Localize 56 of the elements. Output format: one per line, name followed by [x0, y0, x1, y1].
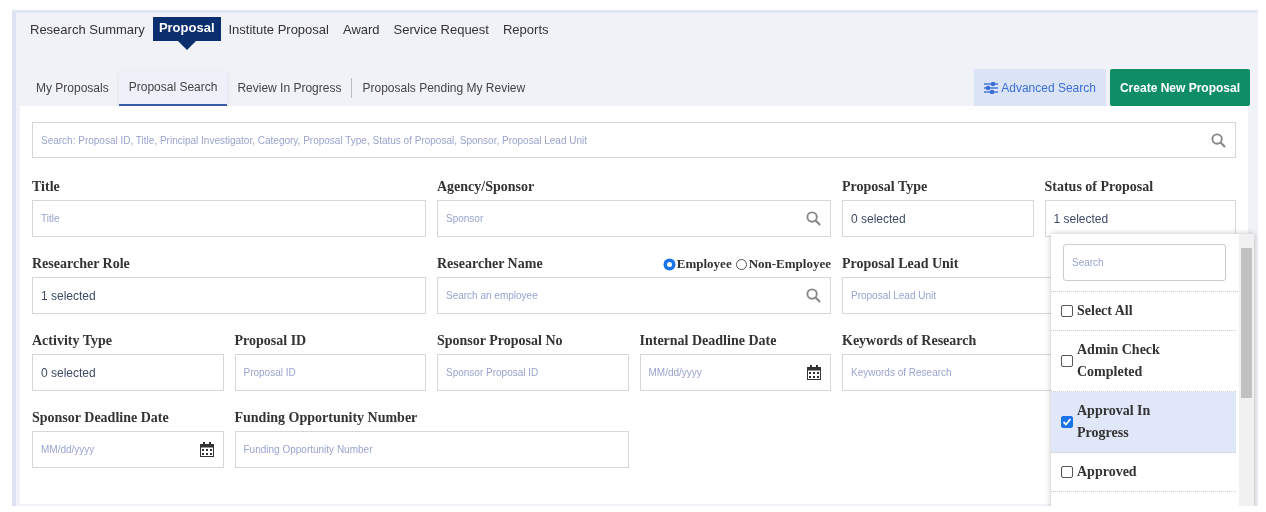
field-label: Proposal Type	[842, 179, 928, 195]
field-label: Internal Deadline Date	[639, 333, 777, 349]
main-tab[interactable]: Reports	[496, 17, 555, 41]
checkbox[interactable]	[1061, 305, 1073, 317]
search-field[interactable]: Search: Proposal ID, Title, Principal Investigator, Category, Proposal Type, Status of Proposal, Sponsor, Proposal Lead Unit	[32, 122, 1236, 158]
tab-pointer-icon	[177, 41, 196, 50]
radio-option[interactable]: Employee	[663, 256, 732, 272]
field-label: Proposal Lead Unit	[842, 256, 959, 272]
search-icon	[806, 288, 821, 303]
field-label: Researcher Role	[32, 256, 130, 272]
main-tab[interactable]: Research Summary	[24, 17, 151, 41]
field-label: Agency/Sponsor	[437, 179, 535, 195]
field-label: Sponsor Deadline Date	[32, 410, 169, 426]
input-field[interactable]: Sponsor Proposal ID	[437, 354, 629, 391]
input-field[interactable]: Title	[32, 200, 426, 237]
main-tab[interactable]: Proposal	[152, 17, 221, 41]
select-field[interactable]: 0 selected	[32, 354, 224, 391]
advanced-search-button[interactable]: Advanced Search	[974, 69, 1106, 106]
checkbox[interactable]	[1061, 355, 1073, 367]
calendar-icon	[199, 442, 214, 457]
main-tab[interactable]: Service Request	[387, 17, 495, 41]
field-label: Proposal ID	[234, 333, 307, 349]
field-label: Status of Proposal	[1044, 179, 1154, 195]
sub-tab[interactable]: Review In Progress	[227, 70, 352, 105]
select-field[interactable]: 0 selected	[842, 200, 1034, 237]
scrollbar[interactable]	[1239, 234, 1254, 506]
search-icon	[1211, 133, 1226, 148]
select-field[interactable]: 1 selected	[32, 277, 426, 314]
sliders-icon	[984, 81, 999, 94]
date-field[interactable]: MM/dd/yyyy	[639, 354, 831, 391]
field-label: Sponsor Proposal No	[437, 333, 563, 349]
dropdown-option[interactable]: Approved	[1051, 453, 1236, 492]
sub-tab[interactable]: Proposal Search	[118, 69, 228, 106]
input-field[interactable]: Proposal ID	[234, 354, 426, 391]
field-label: Researcher Name	[437, 256, 543, 272]
dropdown-option[interactable]: Approval In Progress	[1051, 392, 1236, 453]
date-field[interactable]: MM/dd/yyyy	[32, 431, 224, 468]
main-tab[interactable]: Award	[336, 17, 386, 41]
sub-tab[interactable]: My Proposals	[26, 70, 119, 105]
field-label: Activity Type	[32, 333, 112, 349]
radio-option[interactable]: Non-Employee	[735, 256, 831, 272]
checkbox[interactable]	[1061, 466, 1073, 478]
create-proposal-button[interactable]: Create New Proposal	[1109, 69, 1250, 106]
dropdown-search-field[interactable]: Search	[1063, 244, 1226, 281]
calendar-icon	[807, 365, 821, 380]
sub-tab[interactable]: Proposals Pending My Review	[352, 70, 536, 105]
field-label: Funding Opportunity Number	[234, 410, 418, 426]
field-label: Keywords of Research	[842, 333, 977, 349]
input-field[interactable]: Funding Opportunity Number	[234, 431, 629, 468]
input-field[interactable]: Sponsor	[437, 200, 831, 237]
main-tab[interactable]: Institute Proposal	[222, 17, 335, 41]
checkbox[interactable]	[1061, 416, 1073, 428]
field-label: Title	[32, 179, 60, 195]
dropdown-option[interactable]: Select All	[1051, 292, 1236, 331]
input-field[interactable]: Search an employee	[437, 277, 831, 314]
search-icon	[806, 211, 821, 226]
